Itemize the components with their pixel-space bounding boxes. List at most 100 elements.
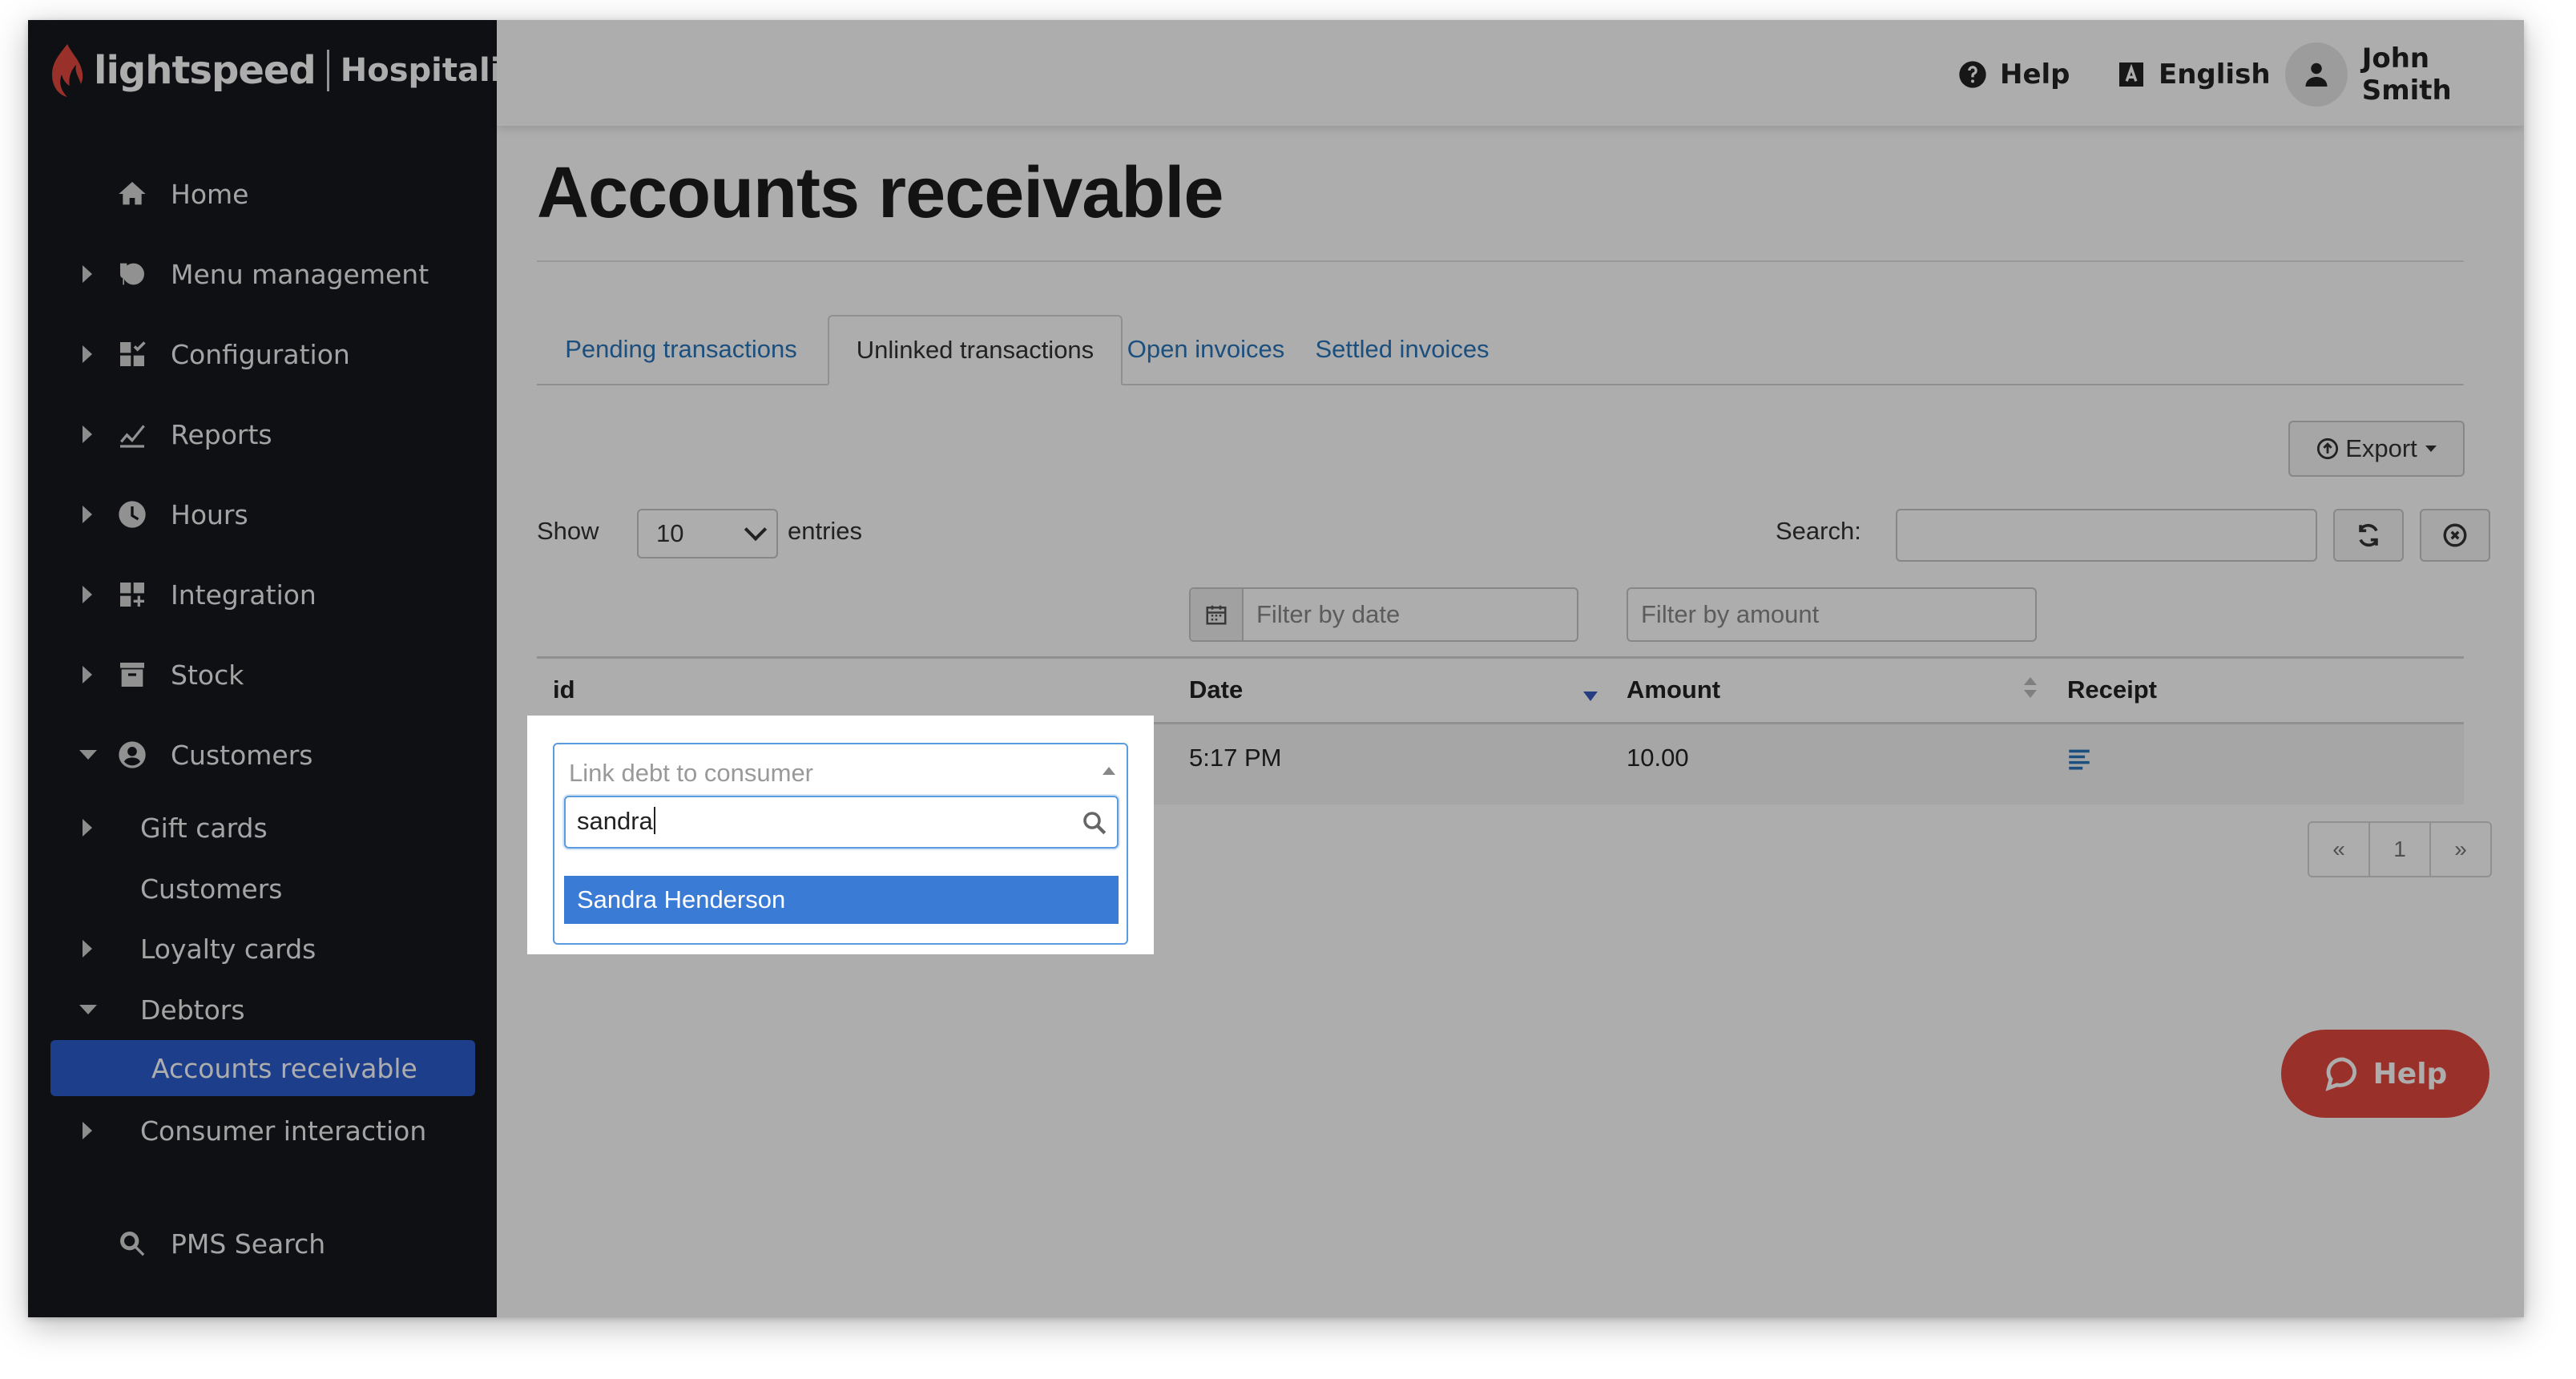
entries-value: 10 (656, 519, 684, 547)
calendar-icon (1191, 589, 1244, 640)
sidebar-item-configuration[interactable]: Configuration (28, 326, 497, 382)
logo-divider (326, 50, 329, 91)
show-label: Show (537, 517, 599, 545)
sidebar-item-label: Hours (171, 498, 248, 530)
expand-caret-icon (83, 265, 92, 283)
sidebar-item-gift-cards[interactable]: Gift cards (28, 800, 497, 856)
reports-icon (115, 417, 150, 452)
configuration-icon (115, 337, 150, 372)
help-chat-button[interactable]: Help (2281, 1030, 2489, 1118)
avatar (2285, 42, 2348, 107)
sidebar-item-stock[interactable]: Stock (28, 647, 497, 703)
pagination-prev[interactable]: « (2309, 823, 2370, 876)
sidebar-item-label: Gift cards (140, 812, 268, 844)
sidebar-item-label: Integration (171, 579, 316, 611)
sidebar-item-reports[interactable]: Reports (28, 406, 497, 462)
pagination-page[interactable]: 1 (2370, 823, 2431, 876)
tab-settled-invoices[interactable]: Settled invoices (1306, 315, 1498, 384)
language-selector[interactable]: English (2115, 50, 2271, 99)
sidebar-item-hours[interactable]: Hours (28, 486, 497, 542)
date-filter-input[interactable]: Filter by date (1189, 587, 1578, 642)
menu-management-icon (115, 256, 150, 292)
sidebar-item-label: Customers (171, 739, 313, 771)
search-icon (1083, 812, 1107, 835)
consumer-search-input[interactable]: sandra (564, 796, 1119, 849)
customers-icon (115, 737, 150, 772)
topbar: Help English John Smith (497, 20, 2524, 126)
help-chat-label: Help (2372, 1057, 2448, 1091)
sidebar-item-loyalty-cards[interactable]: Loyalty cards (28, 921, 497, 977)
collapse-caret-icon (79, 1005, 97, 1014)
sort-asc-icon[interactable] (2024, 677, 2037, 685)
sidebar-item-label: Menu management (171, 258, 429, 290)
column-header-id[interactable]: id (553, 675, 575, 704)
link-debt-select[interactable]: Link debt to consumer sandra Sandra Hend… (553, 743, 1128, 945)
receipt-icon[interactable] (2066, 745, 2093, 772)
entries-select[interactable]: 10 (637, 509, 778, 558)
column-header-amount[interactable]: Amount (1627, 675, 1720, 704)
search-label: Search: (1776, 517, 1861, 545)
entries-label: entries (788, 517, 863, 545)
sort-desc-icon[interactable] (1583, 692, 1598, 701)
expand-caret-icon (83, 586, 92, 603)
sidebar-item-home[interactable]: Home (28, 166, 497, 222)
sidebar-item-integration[interactable]: Integration (28, 567, 497, 623)
link-debt-placeholder: Link debt to consumer (569, 759, 814, 787)
pagination: « 1 » (2308, 821, 2492, 877)
help-circle-icon (1959, 61, 1986, 88)
lightspeed-flame-icon (52, 44, 83, 97)
logo[interactable]: lightspeed Hospitality (49, 42, 538, 99)
download-circle-icon (2317, 437, 2339, 460)
column-header-date[interactable]: Date (1189, 675, 1243, 704)
sidebar-item-label: Consumer interaction (140, 1115, 427, 1147)
dropdown-option[interactable]: Sandra Henderson (564, 876, 1119, 924)
sidebar-item-label: Home (171, 178, 249, 210)
amount-filter-placeholder: Filter by amount (1641, 600, 1820, 628)
expand-caret-icon (83, 425, 92, 443)
sidebar-item-debtors[interactable]: Debtors (28, 982, 497, 1038)
sidebar-item-menu-management[interactable]: Menu management (28, 246, 497, 302)
sidebar-item-label: Debtors (140, 994, 245, 1026)
sidebar-item-label: Reports (171, 418, 272, 450)
column-header-receipt: Receipt (2067, 675, 2157, 704)
expand-caret-icon (83, 666, 92, 683)
clear-button[interactable] (2420, 509, 2490, 562)
stock-icon (115, 657, 150, 692)
language-label: English (2159, 58, 2271, 91)
help-label: Help (2000, 58, 2070, 91)
sidebar-item-accounts-receivable[interactable]: Accounts receivable (50, 1040, 475, 1096)
sidebar: lightspeed Hospitality Home Menu managem… (28, 20, 538, 1317)
app-window: lightspeed Hospitality Home Menu managem… (28, 20, 2524, 1317)
export-button[interactable]: Export (2288, 421, 2465, 477)
clear-circle-icon (2443, 523, 2467, 547)
refresh-button[interactable] (2333, 509, 2404, 562)
sidebar-item-customers-list[interactable]: Customers (28, 861, 497, 917)
expand-caret-icon (83, 1122, 92, 1139)
user-menu[interactable]: John Smith (2285, 39, 2524, 110)
user-name: John Smith (2361, 42, 2452, 107)
table-top-divider (537, 656, 2464, 659)
sidebar-item-label: Stock (171, 659, 244, 691)
tab-pending-transactions[interactable]: Pending transactions (537, 315, 825, 384)
brand-name: lightspeed (94, 48, 316, 93)
tab-unlinked-transactions[interactable]: Unlinked transactions (828, 315, 1123, 385)
export-label: Export (2345, 434, 2417, 462)
sidebar-item-customers[interactable]: Customers (28, 727, 497, 783)
sidebar-item-pms-search[interactable]: PMS Search (28, 1216, 497, 1272)
home-icon (115, 176, 150, 212)
consumer-search-value: sandra (577, 807, 653, 835)
caret-up-icon (1103, 767, 1115, 775)
integration-icon (115, 577, 150, 612)
language-icon (2119, 62, 2143, 87)
pagination-next[interactable]: » (2431, 823, 2490, 876)
main-content: Help English John Smith Accounts receiva… (497, 20, 2524, 1317)
amount-filter-input[interactable]: Filter by amount (1627, 587, 2037, 642)
help-link[interactable]: Help (1957, 50, 2070, 99)
sidebar-item-label: Configuration (171, 338, 350, 370)
collapse-caret-icon (79, 750, 97, 760)
link-consumer-popup: Link debt to consumer sandra Sandra Hend… (527, 716, 1154, 954)
sort-desc-icon[interactable] (2024, 690, 2037, 698)
search-input[interactable] (1896, 509, 2317, 562)
tab-open-invoices[interactable]: Open invoices (1122, 315, 1290, 384)
sidebar-item-consumer-interaction[interactable]: Consumer interaction (28, 1103, 497, 1159)
